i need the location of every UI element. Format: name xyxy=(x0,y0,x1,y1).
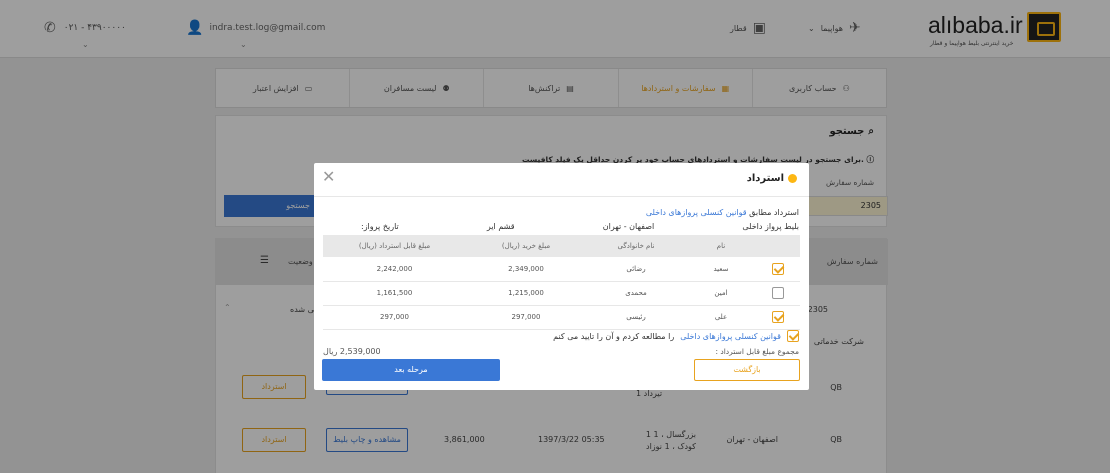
passenger-first-name: امین xyxy=(686,281,756,306)
passenger-refundable: 2,242,000 xyxy=(323,257,466,282)
passenger-last-name: محمدی xyxy=(586,281,686,306)
passenger-refundable: 1,161,500 xyxy=(323,281,466,306)
close-icon[interactable]: ✕ xyxy=(322,167,335,186)
col-last-name: نام خانوادگی xyxy=(586,235,686,257)
passengers-table: نام نام خانوادگی مبلغ خرید (ریال) مبلغ ق… xyxy=(323,235,800,330)
passenger-first-name: سعید xyxy=(686,257,756,282)
total-label: مجموع مبلغ قابل استرداد : xyxy=(715,347,799,356)
passenger-paid: 1,215,000 xyxy=(466,281,586,306)
passenger-last-name: رضائی xyxy=(586,257,686,282)
agree-rules: قوانین کنسلی پروازهای داخلی را مطالعه کر… xyxy=(553,330,799,342)
col-refundable: مبلغ قابل استرداد (ریال) xyxy=(323,235,466,257)
flight-airline: قشم ایر xyxy=(486,222,515,231)
passenger-refundable: 297,000 xyxy=(323,305,466,330)
flight-type: بلیط پرواز داخلی xyxy=(742,222,799,231)
passenger-checkbox[interactable] xyxy=(772,262,784,275)
flight-info: بلیط پرواز داخلی اصفهان - تهران قشم ایر … xyxy=(321,222,799,231)
divider xyxy=(314,196,809,197)
rules-link[interactable]: قوانین کنسلی پروازهای داخلی xyxy=(646,208,747,217)
agree-checkbox[interactable] xyxy=(787,330,799,342)
refund-icon xyxy=(788,174,797,183)
flight-date-label: تاریخ پرواز: xyxy=(361,222,399,231)
table-row: علی رئیسی 297,000 297,000 xyxy=(323,305,800,330)
col-first-name: نام xyxy=(686,235,756,257)
modal-title-text: استرداد xyxy=(746,173,784,184)
passenger-paid: 2,349,000 xyxy=(466,257,586,282)
passenger-checkbox[interactable] xyxy=(772,311,784,323)
refund-modal: استرداد ✕ استرداد مطابق قوانین کنسلی پرو… xyxy=(314,163,809,390)
passenger-first-name: علی xyxy=(686,305,756,330)
passenger-paid: 297,000 xyxy=(466,305,586,330)
col-select xyxy=(756,235,800,257)
next-step-button[interactable]: مرحله بعد xyxy=(322,359,500,381)
passenger-last-name: رئیسی xyxy=(586,305,686,330)
total-value: 2,539,000 ریال xyxy=(323,347,381,356)
modal-title: استرداد xyxy=(747,173,797,184)
table-row: امین محمدی 1,215,000 1,161,500 xyxy=(323,281,800,306)
rules-prefix: استرداد مطابق xyxy=(749,208,799,217)
flight-route: اصفهان - تهران xyxy=(602,222,655,231)
refund-rules-line: استرداد مطابق قوانین کنسلی پروازهای داخل… xyxy=(646,208,799,217)
agree-rules-link[interactable]: قوانین کنسلی پروازهای داخلی xyxy=(680,332,781,341)
table-header-row: نام نام خانوادگی مبلغ خرید (ریال) مبلغ ق… xyxy=(323,235,800,257)
table-row: سعید رضائی 2,349,000 2,242,000 xyxy=(323,257,800,282)
passenger-checkbox[interactable] xyxy=(772,287,784,299)
agree-text: را مطالعه کردم و آن را تایید می کنم xyxy=(553,331,675,341)
col-paid: مبلغ خرید (ریال) xyxy=(466,235,586,257)
back-button[interactable]: بازگشت xyxy=(694,359,800,381)
